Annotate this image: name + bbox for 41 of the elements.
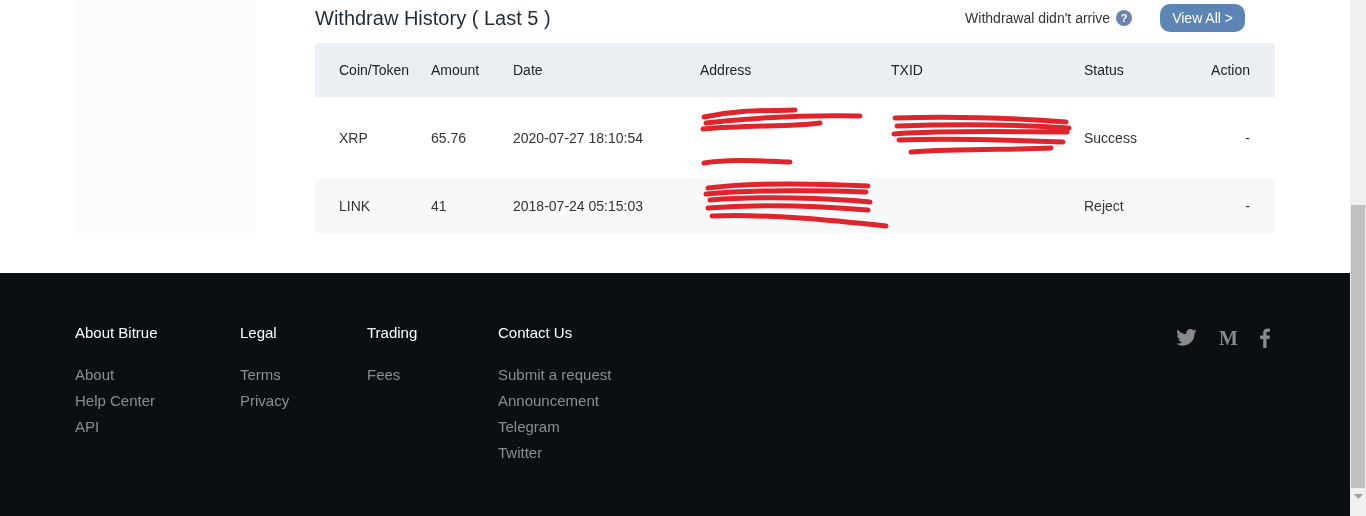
scrollbar-thumb[interactable] bbox=[1351, 205, 1365, 488]
column-header: TXID bbox=[891, 61, 923, 78]
footer-link[interactable]: Twitter bbox=[498, 443, 543, 469]
scroll-down-icon[interactable] bbox=[1353, 494, 1363, 499]
footer-heading: Contact Us bbox=[498, 323, 574, 343]
column-header: Date bbox=[513, 61, 543, 78]
footer-heading: About Bitrue bbox=[75, 323, 159, 343]
view-all-button[interactable]: View All > bbox=[1160, 4, 1245, 32]
footer-link[interactable]: Help Center bbox=[75, 391, 156, 417]
table-cell: 65.76 bbox=[431, 129, 467, 146]
section-title: Withdraw History ( Last 5 ) bbox=[315, 6, 551, 31]
f-logo-icon[interactable] bbox=[1260, 328, 1270, 348]
letter-m-icon[interactable]: M bbox=[1219, 328, 1238, 348]
footer-link[interactable]: API bbox=[75, 417, 100, 443]
table-cell: 2020-07-27 18:10:54 bbox=[513, 129, 643, 146]
footer-link[interactable]: Announcement bbox=[498, 391, 599, 417]
table-cell: - bbox=[1245, 129, 1250, 146]
column-header: Action bbox=[1211, 61, 1250, 78]
footer-heading: Trading bbox=[367, 323, 419, 343]
table-cell: LINK bbox=[339, 197, 371, 214]
footer-link[interactable]: Fees bbox=[367, 365, 401, 391]
column-header: Status bbox=[1084, 61, 1124, 78]
scrollbar[interactable] bbox=[1350, 0, 1366, 516]
table-cell: XRP bbox=[339, 129, 368, 146]
table-cell: 2018-07-24 05:15:03 bbox=[513, 197, 643, 214]
footer-link[interactable]: Terms bbox=[240, 365, 281, 391]
column-header: Address bbox=[700, 61, 752, 78]
column-header: Coin/Token bbox=[339, 61, 410, 78]
footer-heading: Legal bbox=[240, 323, 278, 343]
table-cell: 41 bbox=[431, 197, 447, 214]
column-header: Amount bbox=[431, 61, 480, 78]
help-icon[interactable]: ? bbox=[1116, 10, 1133, 26]
table-cell: - bbox=[1245, 197, 1250, 214]
help-link[interactable]: Withdrawal didn't arrive bbox=[965, 7, 1111, 29]
footer-link[interactable]: Submit a request bbox=[498, 365, 612, 391]
footer-link[interactable]: About bbox=[75, 365, 115, 391]
footer-link[interactable]: Telegram bbox=[498, 417, 560, 443]
bird-icon[interactable] bbox=[1176, 329, 1198, 346]
table-cell: Reject bbox=[1084, 197, 1124, 214]
footer-link[interactable]: Privacy bbox=[240, 391, 290, 417]
table-cell: Success bbox=[1084, 129, 1137, 146]
